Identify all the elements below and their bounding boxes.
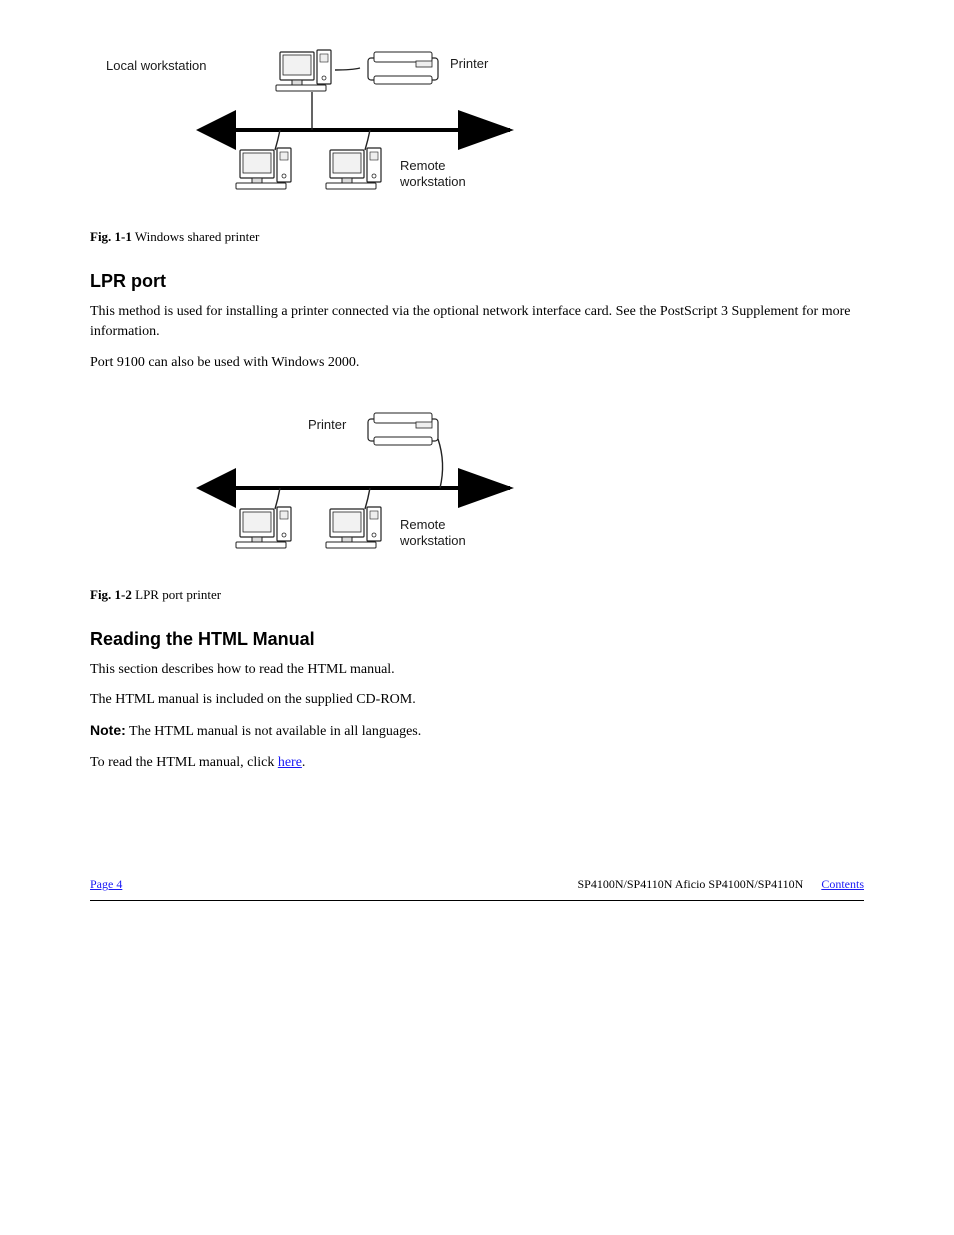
para-html-1: This section describes how to read the H… <box>90 660 864 680</box>
label-remote-1b: workstation <box>399 174 466 189</box>
para-html-note: Note: The HTML manual is not available i… <box>90 720 864 742</box>
diagram-windows-shared: Local workstation Printer Remote worksta… <box>90 30 610 215</box>
figure1-caption-text: Windows shared printer <box>135 229 259 244</box>
label-printer-2: Printer <box>308 417 347 432</box>
section-lpr-port: LPR port This method is used for install… <box>90 271 864 373</box>
para-lpr-1: This method is used for installing a pri… <box>90 302 864 343</box>
figure-windows-shared-printer: Local workstation Printer Remote worksta… <box>90 30 864 245</box>
page-number-link[interactable]: Page 4 <box>90 877 122 892</box>
label-remote-1a: Remote <box>400 158 446 173</box>
note-text: The HTML manual is not available in all … <box>126 724 421 739</box>
figure2-caption-text: LPR port printer <box>135 587 221 602</box>
figure1-caption: Fig. 1-1 Windows shared printer <box>90 229 864 245</box>
figure1-caption-label: Fig. 1-1 <box>90 229 132 244</box>
page-footer: Page 4 SP4100N/SP4110N Aficio SP4100N/SP… <box>90 877 864 892</box>
product-name: SP4100N/SP4110N Aficio SP4100N/SP4110N <box>578 877 804 892</box>
link-pre: To read the HTML manual, click <box>90 755 278 770</box>
figure2-caption-label: Fig. 1-2 <box>90 587 132 602</box>
para-lpr-2: Port 9100 can also be used with Windows … <box>90 353 864 373</box>
label-printer-1: Printer <box>450 56 489 71</box>
heading-lpr-port: LPR port <box>90 271 864 292</box>
para-html-link: To read the HTML manual, click here. <box>90 753 864 773</box>
label-remote-2b: workstation <box>399 533 466 548</box>
link-post: . <box>302 755 306 770</box>
contents-link[interactable]: Contents <box>821 877 864 892</box>
label-local-workstation: Local workstation <box>106 58 206 73</box>
figure2-caption: Fig. 1-2 LPR port printer <box>90 587 864 603</box>
heading-reading-html: Reading the HTML Manual <box>90 629 864 650</box>
footer-divider <box>90 900 864 901</box>
note-label: Note: <box>90 722 126 738</box>
diagram-lpr-port: Printer Remote workstation <box>90 383 610 573</box>
here-link[interactable]: here <box>278 755 302 770</box>
figure-lpr-port-printer: Printer Remote workstation Fig. 1-2 LPR … <box>90 383 864 603</box>
label-remote-2a: Remote <box>400 517 446 532</box>
section-reading-html-manual: Reading the HTML Manual This section des… <box>90 629 864 773</box>
para-html-2: The HTML manual is included on the suppl… <box>90 690 864 710</box>
